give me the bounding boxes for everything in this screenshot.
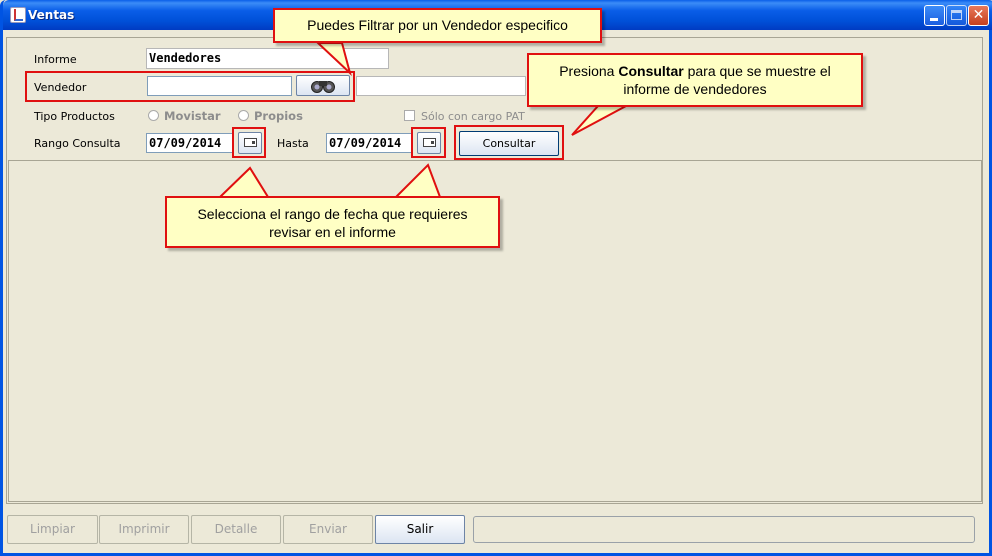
status-bar — [473, 516, 975, 543]
consultar-callout-pre: Presiona — [559, 63, 619, 79]
limpiar-button[interactable]: Limpiar — [7, 515, 98, 544]
consultar-callout: Presiona Consultar para que se muestre e… — [527, 53, 863, 107]
vendedor-callout: Puedes Filtrar por un Vendedor especific… — [273, 8, 602, 43]
fecha-callout-text: Selecciona el rango de fecha que requier… — [197, 206, 468, 240]
salir-button[interactable]: Salir — [375, 515, 465, 544]
consultar-callout-bold: Consultar — [618, 63, 684, 79]
vendedor-callout-text: Puedes Filtrar por un Vendedor especific… — [307, 17, 568, 33]
imprimir-button[interactable]: Imprimir — [99, 515, 189, 544]
fecha-callout: Selecciona el rango de fecha que requier… — [165, 196, 500, 248]
detalle-button[interactable]: Detalle — [191, 515, 281, 544]
enviar-button[interactable]: Enviar — [283, 515, 373, 544]
